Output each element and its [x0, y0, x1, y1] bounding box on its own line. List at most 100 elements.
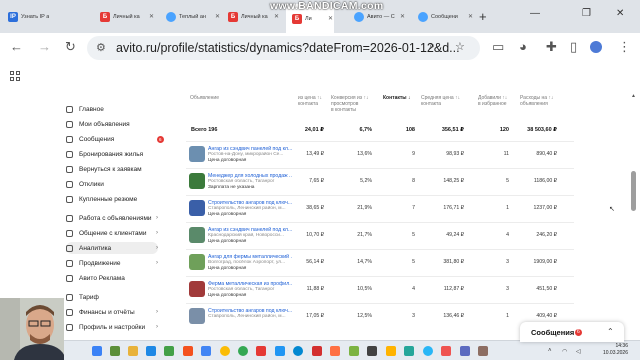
- taskbar-app-icon[interactable]: [367, 346, 377, 356]
- vertical-scrollbar[interactable]: ▲: [630, 93, 636, 340]
- table-row[interactable]: Ангар из сэндвич панелей под кл... Красно…: [186, 222, 574, 249]
- sidebar-item-finance[interactable]: Финансы и отчёты ›: [66, 306, 158, 318]
- taskbar-app-icon[interactable]: [256, 346, 266, 356]
- reload-icon[interactable]: ↻: [65, 39, 76, 55]
- listing-thumbnail[interactable]: [189, 173, 205, 189]
- table-row[interactable]: Строительство ангаров под ключ... Ставроп…: [186, 303, 574, 330]
- taskbar-app-icon[interactable]: [110, 346, 120, 356]
- taskbar-app-icon[interactable]: [293, 346, 303, 356]
- new-tab-plus-icon[interactable]: +: [479, 9, 487, 24]
- tab-0[interactable]: IP Узнать IP а: [8, 8, 60, 25]
- forward-arrow-icon[interactable]: →: [38, 39, 51, 54]
- table-row[interactable]: Менеджер для холодных продаж ... Ростовск…: [186, 168, 574, 195]
- taskbar-app-icon[interactable]: [128, 346, 138, 356]
- zoom-icon[interactable]: ⌕: [429, 40, 435, 53]
- close-icon[interactable]: ✕: [274, 13, 279, 20]
- table-row[interactable]: Ангар для фермы металлический ... Волгогр…: [186, 249, 574, 276]
- chrome-icon[interactable]: [220, 346, 230, 356]
- taskbar-clock[interactable]: 14:36 10.03.2026: [598, 343, 628, 357]
- taskbar-app-icon[interactable]: [441, 346, 451, 356]
- messages-popup[interactable]: Сообщения 6 ⌃: [520, 322, 624, 342]
- sidebar-item-main[interactable]: Главное: [66, 103, 158, 115]
- video-camera-icon[interactable]: ▭: [492, 39, 504, 55]
- column-header-listing[interactable]: Объявление: [190, 95, 219, 101]
- sidebar-item-tariff[interactable]: Тариф: [66, 291, 158, 303]
- column-header-expenses[interactable]: Расходы на ↑↓ объявления: [520, 95, 553, 107]
- column-header-conversion[interactable]: Конверсия из ↑↓ просмотров в контакты: [331, 95, 368, 113]
- taskbar-app-icon[interactable]: [201, 346, 211, 356]
- bookmark-star-icon[interactable]: ☆: [455, 40, 465, 53]
- taskbar-app-icon[interactable]: [478, 346, 488, 356]
- chevron-up-icon[interactable]: ⌃: [607, 327, 614, 336]
- column-header-contact-price[interactable]: из цена ↑↓ контакта: [298, 95, 322, 107]
- cell-avg-contact-price: 98,93 ₽: [446, 151, 464, 157]
- close-icon[interactable]: ✕: [215, 13, 220, 20]
- back-arrow-icon[interactable]: ←: [10, 39, 23, 54]
- listing-thumbnail[interactable]: [189, 254, 205, 270]
- listing-thumbnail[interactable]: [189, 200, 205, 216]
- sidebar-item-resumes[interactable]: Купленные резюме: [66, 193, 158, 205]
- taskbar-app-icon[interactable]: [275, 346, 285, 356]
- start-windows-icon[interactable]: [92, 346, 102, 356]
- taskbar-app-icon[interactable]: [146, 346, 156, 356]
- sidebar-item-promotion[interactable]: Продвижение ›: [66, 257, 158, 269]
- table-row[interactable]: Строительство ангаров под ключ... Ставроп…: [186, 195, 574, 222]
- side-panel-icon[interactable]: ▯: [570, 39, 577, 55]
- table-row[interactable]: Ангар из сэндвич панелей под кл... Ростов…: [186, 141, 574, 168]
- total-contacts: 108: [405, 127, 415, 133]
- extensions-puzzle-icon[interactable]: ✚: [546, 39, 557, 55]
- listing-thumbnail[interactable]: [189, 146, 205, 162]
- close-icon[interactable]: ✕: [328, 15, 333, 22]
- sidebar-item-ads[interactable]: Авито Реклама: [66, 272, 158, 284]
- window-close-icon[interactable]: ✕: [616, 8, 624, 19]
- table-row[interactable]: Ферма металлическая из профил... Ростовск…: [186, 276, 574, 303]
- browser-menu-icon[interactable]: ⋮: [618, 39, 631, 55]
- taskbar-app-icon[interactable]: [164, 346, 174, 356]
- extension-palette-icon[interactable]: ◕: [519, 39, 527, 54]
- tab-1[interactable]: Б Личный ка ✕: [100, 8, 155, 25]
- sidebar-item-bookings[interactable]: Бронирования жилья: [66, 148, 158, 160]
- address-bar[interactable]: ⚙ avito.ru/profile/statistics/dynamics?d…: [87, 36, 480, 60]
- column-header-favorites[interactable]: Добавили ↑↓ в избранное: [478, 95, 507, 107]
- tab-6[interactable]: Сообщени ✕: [418, 8, 474, 25]
- close-icon[interactable]: ✕: [149, 13, 154, 20]
- chrome-icon[interactable]: [238, 346, 248, 356]
- taskbar-app-icon[interactable]: [330, 346, 340, 356]
- scroll-up-arrow-icon[interactable]: ▲: [631, 93, 636, 99]
- sidebar-item-responses[interactable]: Отклики: [66, 178, 158, 190]
- sidebar-item-settings[interactable]: Профиль и настройки ›: [66, 321, 158, 333]
- scrollbar-thumb[interactable]: [631, 171, 636, 211]
- url-text[interactable]: avito.ru/profile/statistics/dynamics?dat…: [116, 41, 460, 55]
- tab-2[interactable]: Теплый ан ✕: [166, 8, 221, 25]
- taskbar-app-icon[interactable]: [404, 346, 414, 356]
- site-settings-icon[interactable]: ⚙: [96, 41, 106, 54]
- taskbar-app-icon[interactable]: [460, 346, 470, 356]
- taskbar-app-icon[interactable]: [423, 346, 433, 356]
- column-header-avg-contact-price[interactable]: Средняя цена ↑↓ контакта: [421, 95, 460, 107]
- tray-chevron-icon[interactable]: ˄: [548, 348, 552, 354]
- listing-thumbnail[interactable]: [189, 281, 205, 297]
- restore-icon[interactable]: ❐: [582, 8, 591, 19]
- sidebar-item-listings[interactable]: Мои объявления: [66, 118, 158, 130]
- mouse-cursor-icon: ↖: [609, 206, 615, 213]
- listing-thumbnail[interactable]: [189, 308, 205, 324]
- sidebar-item-messages[interactable]: Сообщения 6: [66, 133, 164, 145]
- sidebar-item-requests[interactable]: Вернуться к заявкам: [66, 163, 158, 175]
- column-header-contacts[interactable]: Контакты ↓: [383, 95, 410, 101]
- listing-thumbnail[interactable]: [189, 227, 205, 243]
- profile-avatar-icon[interactable]: [590, 41, 602, 53]
- wifi-icon[interactable]: ◠: [562, 348, 567, 355]
- cell-expenses: 451,50 ₽: [536, 286, 557, 292]
- close-icon[interactable]: ✕: [468, 13, 473, 20]
- brave-browser-icon[interactable]: [183, 346, 193, 356]
- sidebar-item-listings-work[interactable]: Работа с объявлениями ›: [66, 212, 158, 224]
- volume-icon[interactable]: ◁: [576, 348, 581, 355]
- taskbar-app-icon[interactable]: [312, 346, 322, 356]
- taskbar-app-icon[interactable]: [349, 346, 359, 356]
- apps-grid-icon[interactable]: [10, 71, 20, 81]
- sidebar-item-clients[interactable]: Общение с клиентами ›: [66, 227, 158, 239]
- close-icon[interactable]: ✕: [400, 13, 405, 20]
- sidebar-item-analytics[interactable]: Аналитика ›: [66, 242, 158, 254]
- taskbar-app-icon[interactable]: [386, 346, 396, 356]
- minimize-icon[interactable]: —: [530, 8, 540, 19]
